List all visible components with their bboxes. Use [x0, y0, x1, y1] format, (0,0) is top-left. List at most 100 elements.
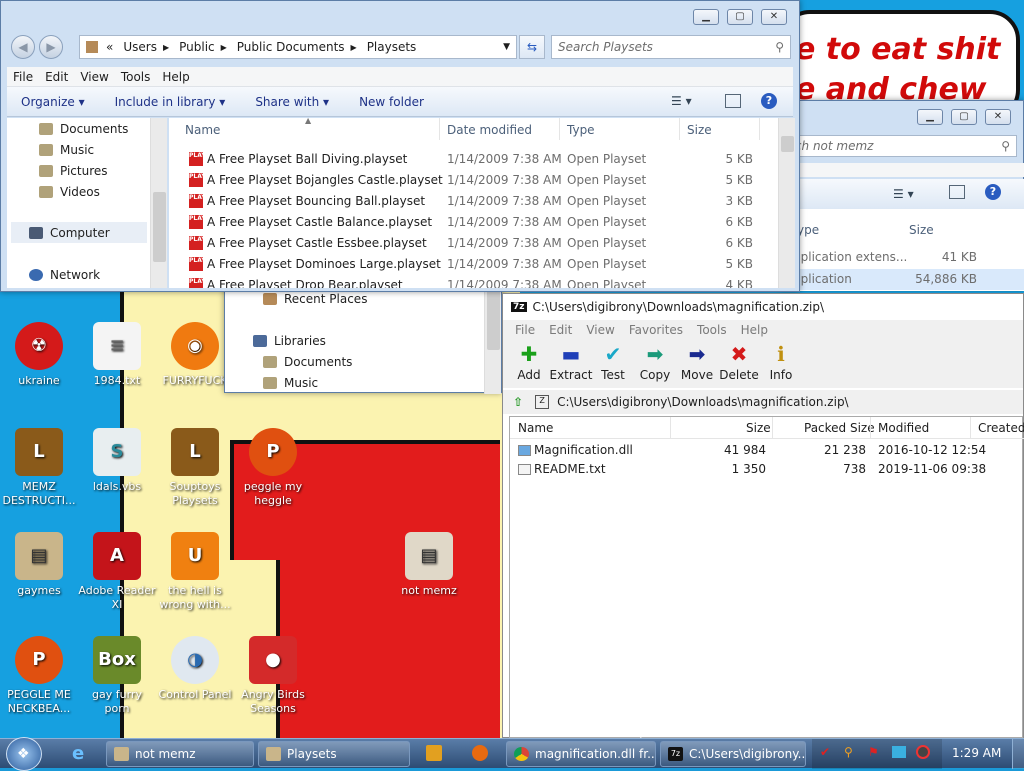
nav-recent-places[interactable]: Recent Places	[263, 292, 367, 306]
desktop-icon[interactable]: A Adobe Reader XI	[78, 532, 156, 612]
menu-edit[interactable]: Edit	[542, 323, 579, 337]
toolbar-move-button[interactable]: ➡ Move	[675, 342, 719, 382]
close-button[interactable]: ✕	[761, 9, 787, 25]
nav-music[interactable]: Music	[39, 143, 94, 157]
column-packed-size[interactable]: Packed Size	[804, 421, 875, 435]
column-type[interactable]: ype	[797, 223, 819, 237]
breadcrumb-public-documents[interactable]: Public Documents	[237, 40, 345, 54]
up-folder-icon[interactable]: ⇧	[513, 395, 523, 409]
desktop-icon[interactable]: ▤ not memz	[390, 532, 468, 598]
toolbar-add-button[interactable]: ✚ Add	[507, 342, 551, 382]
file-row[interactable]: PLAY SET A Free Playset Castle Essbee.pla…	[169, 233, 775, 254]
file-row[interactable]: PLAY SET A Free Playset Castle Balance.pl…	[169, 212, 775, 233]
start-button[interactable]: ❖	[6, 737, 42, 771]
playsets-window[interactable]: ▁ ▢ ✕ ◀ ▶ « Users ▶ Public ▶ Public Docume…	[0, 0, 800, 292]
7zip-window[interactable]: 7z C:\Users\digibrony\Downloads\magnific…	[502, 293, 1024, 738]
desktop-icon[interactable]: Sldals.vbs	[78, 428, 156, 494]
minimize-button[interactable]: ▁	[917, 109, 943, 125]
nav-network[interactable]: Network	[29, 268, 100, 282]
menu-tools[interactable]: Tools	[690, 323, 734, 337]
search-input[interactable]: Search Playsets ⚲	[551, 35, 791, 59]
menu-tools[interactable]: Tools	[115, 70, 157, 84]
view-options-icon[interactable]: ☰ ▾	[671, 94, 692, 108]
column-name[interactable]: Name	[518, 421, 553, 435]
menu-view[interactable]: View	[579, 323, 621, 337]
desktop-icon[interactable]: ☢ ukraine	[0, 322, 78, 388]
file-row[interactable]: PLAY SET A Free Playset Dominoes Large.pl…	[169, 254, 775, 275]
desktop-icon[interactable]: ≡ 1984.txt	[78, 322, 156, 388]
minimize-button[interactable]: ▁	[693, 9, 719, 25]
nav-computer[interactable]: Computer	[11, 222, 147, 243]
share-with-button[interactable]: Share with ▾	[255, 95, 329, 109]
toolbar-info-button[interactable]: ℹ Info	[759, 342, 803, 382]
file-row[interactable]: PLAY SET A Free Playset Bouncing Ball.pla…	[169, 191, 775, 212]
help-icon[interactable]: ?	[985, 184, 1001, 200]
background-explorer-window[interactable]: Recent Places Libraries Documents Music	[224, 285, 502, 394]
tray-flag-icon[interactable]: ⚑	[868, 745, 879, 759]
desktop-icon[interactable]: Box gay furry porn	[78, 636, 156, 716]
desktop-icon[interactable]: P PEGGLE ME NECKBEA...	[0, 636, 78, 716]
refresh-button[interactable]: ⇆	[519, 35, 545, 59]
maximize-button[interactable]: ▢	[951, 109, 977, 125]
archive-row[interactable]: README.txt 1 350 738 2019-11-06 09:38	[510, 460, 1024, 479]
organize-button[interactable]: Organize ▾	[21, 95, 85, 109]
column-size[interactable]: Size	[746, 421, 771, 435]
archive-row[interactable]: Magnification.dll 41 984 21 238 2016-10-12 …	[510, 441, 1024, 460]
menu-file[interactable]: File	[503, 323, 542, 337]
menu-favorites[interactable]: Favorites	[622, 323, 690, 337]
desktop-icon[interactable]: ◉ FURRYFUCK	[156, 322, 234, 388]
column-modified[interactable]: Modified	[878, 421, 929, 435]
close-button[interactable]: ✕	[985, 109, 1011, 125]
forward-button[interactable]: ▶	[39, 35, 63, 59]
toolbar-test-button[interactable]: ✔ Test	[591, 342, 635, 382]
show-desktop-button[interactable]	[1012, 739, 1024, 769]
menu-edit[interactable]: Edit	[39, 70, 74, 84]
column-size[interactable]: Size	[909, 223, 934, 237]
file-row[interactable]: PLAY SET A Free Playset Drop Bear.playset…	[169, 275, 775, 288]
search-input[interactable]: rch not memz ⚲	[785, 135, 1017, 157]
tray-check-icon[interactable]: ✔	[820, 745, 830, 759]
file-row[interactable]: pplication extens... 41 KB	[781, 247, 1024, 268]
preview-pane-icon[interactable]	[949, 185, 965, 199]
menu-help[interactable]: Help	[156, 70, 195, 84]
desktop-icon[interactable]: Ppeggle my heggle	[234, 428, 312, 508]
column-size[interactable]: Size	[687, 123, 712, 137]
tray-search-icon[interactable]: ⚲	[844, 745, 853, 759]
scrollbar[interactable]	[484, 286, 501, 394]
tray-display-icon[interactable]	[892, 746, 906, 758]
desktop-icon[interactable]: ● Angry Birds Seasons	[234, 636, 312, 716]
nav-scrollbar[interactable]	[150, 118, 167, 288]
not-memz-window[interactable]: ▁ ▢ ✕ rch not memz ⚲ ☰ ▾ ? ype Size pplic…	[780, 100, 1024, 291]
breadcrumb[interactable]: « Users ▶ Public ▶ Public Documents ▶ Plays…	[79, 35, 517, 59]
taskbar-button-browser[interactable]: magnification.dll fr...	[506, 741, 656, 767]
desktop-icon[interactable]: L MEMZ DESTRUCTI...	[0, 428, 78, 508]
file-list-scrollbar[interactable]	[778, 118, 795, 288]
back-button[interactable]: ◀	[11, 35, 35, 59]
taskbar-button-not-memz[interactable]: not memz	[106, 741, 254, 767]
clock[interactable]: 1:29 AM	[952, 746, 1001, 760]
desktop-icon[interactable]: ▤ gaymes	[0, 532, 78, 598]
file-row-selected[interactable]: pplication 54,886 KB	[781, 269, 1024, 290]
file-row[interactable]: PLAY SET A Free Playset Bojangles Castle.…	[169, 170, 775, 191]
chevron-down-icon[interactable]: ▼	[503, 42, 510, 52]
uc-browser-icon[interactable]	[472, 745, 488, 761]
breadcrumb-overflow[interactable]: «	[106, 40, 113, 54]
toolbar-copy-button[interactable]: ➡ Copy	[633, 342, 677, 382]
new-folder-button[interactable]: New folder	[359, 95, 424, 109]
tray-app-icon[interactable]	[916, 745, 930, 759]
include-in-library-button[interactable]: Include in library ▾	[115, 95, 226, 109]
breadcrumb-users[interactable]: Users	[123, 40, 157, 54]
breadcrumb-public[interactable]: Public	[179, 40, 215, 54]
maximize-button[interactable]: ▢	[727, 9, 753, 25]
menu-view[interactable]: View	[74, 70, 114, 84]
7zip-path-input[interactable]: C:\Users\digibrony\Downloads\magnificati…	[557, 395, 849, 409]
nav-music[interactable]: Music	[263, 376, 318, 390]
nav-videos[interactable]: Videos	[39, 185, 100, 199]
taskbar-button-7zip[interactable]: 7z C:\Users\digibrony...	[660, 741, 806, 767]
taskbar-button-playsets[interactable]: Playsets	[258, 741, 410, 767]
nav-libraries[interactable]: Libraries	[253, 334, 326, 348]
column-name[interactable]: Name	[185, 123, 220, 137]
nav-pictures[interactable]: Pictures	[39, 164, 108, 178]
column-type[interactable]: Type	[567, 123, 595, 137]
column-date-modified[interactable]: Date modified	[447, 123, 532, 137]
